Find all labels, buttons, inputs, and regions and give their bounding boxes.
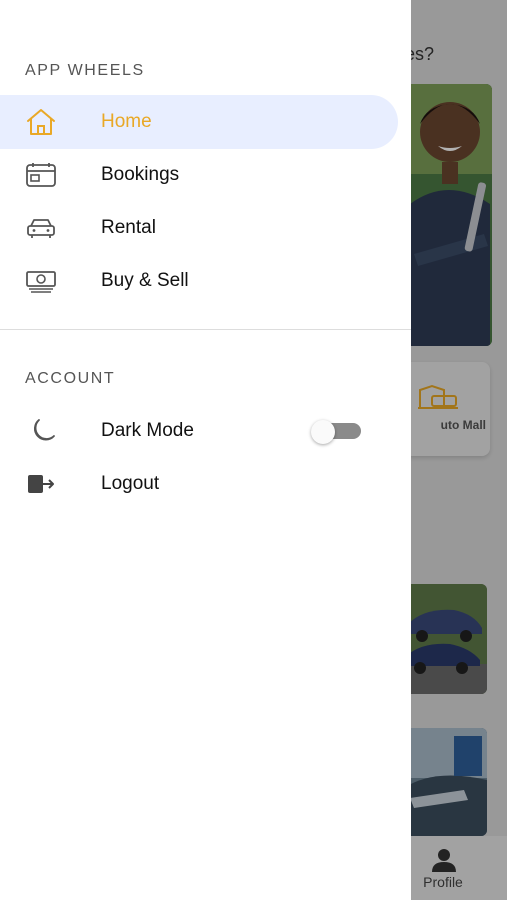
nav-item-rental[interactable]: Rental — [0, 201, 398, 255]
toggle-knob — [311, 420, 335, 444]
nav-label-bookings: Bookings — [101, 164, 180, 185]
nav-item-logout[interactable]: Logout — [0, 457, 398, 511]
home-icon — [25, 106, 57, 138]
account-section-title: ACCOUNT — [25, 370, 116, 387]
calendar-icon — [25, 159, 57, 191]
dark-mode-toggle[interactable] — [311, 420, 361, 444]
nav-label-home: Home — [101, 111, 152, 132]
drawer-divider — [0, 329, 411, 330]
nav-label-buy-sell: Buy & Sell — [101, 270, 189, 291]
nav-item-home[interactable]: Home — [0, 95, 398, 149]
navigation-drawer: APP WHEELS Home Bookings Rental Buy & Se… — [0, 0, 411, 900]
drawer-brand-title: APP WHEELS — [25, 62, 145, 79]
logout-icon — [25, 468, 57, 500]
moon-icon — [25, 415, 57, 447]
nav-label-dark-mode: Dark Mode — [101, 420, 194, 441]
car-icon — [25, 212, 57, 244]
money-icon — [25, 265, 57, 297]
nav-item-buy-sell[interactable]: Buy & Sell — [0, 254, 398, 308]
nav-label-rental: Rental — [101, 217, 156, 238]
nav-label-logout: Logout — [101, 473, 160, 494]
nav-item-bookings[interactable]: Bookings — [0, 148, 398, 202]
